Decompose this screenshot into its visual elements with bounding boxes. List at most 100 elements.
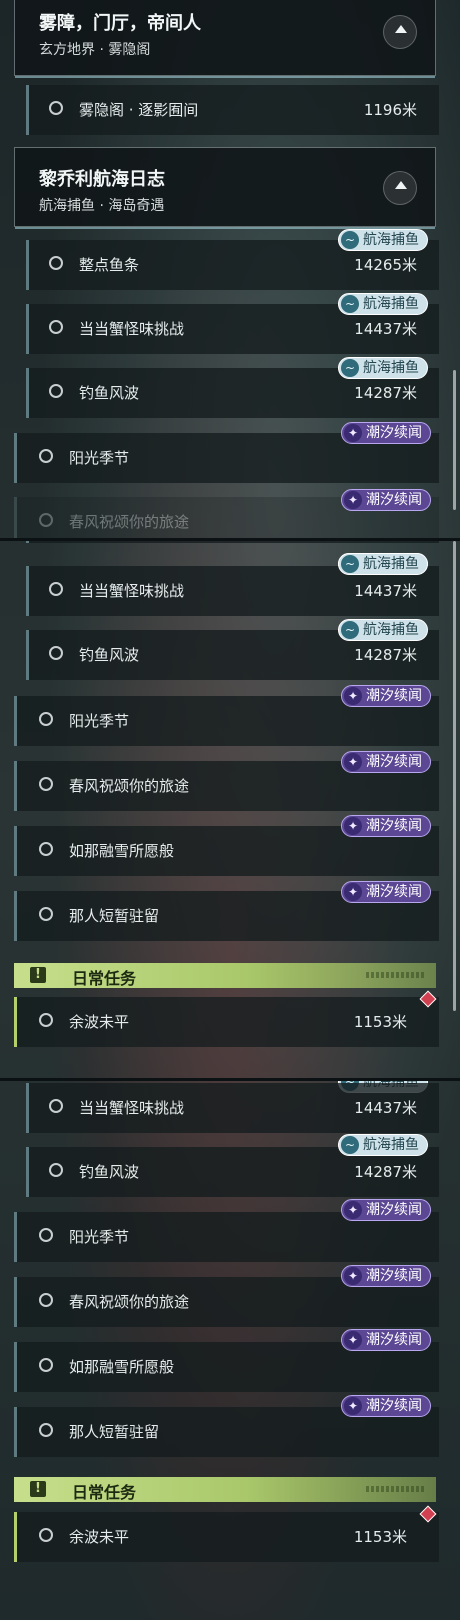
- quest-label: 钓鱼风波: [79, 1163, 140, 1181]
- quest-distance: 14265米: [354, 256, 417, 274]
- voyage-badge: ~航海捕鱼: [338, 553, 428, 575]
- feather-icon: ✦: [344, 1331, 362, 1349]
- header-decoration: [366, 1486, 424, 1492]
- quest-label: 那人短暂驻留: [69, 907, 160, 925]
- quest-label: 阳光季节: [69, 449, 130, 467]
- circle-icon: [39, 1013, 53, 1027]
- daily-quest-title: 日常任务: [72, 969, 137, 988]
- circle-icon: [39, 712, 53, 726]
- scrollbar-thumb[interactable]: [453, 370, 456, 510]
- quest-row-yubo[interactable]: 余波未平 1153米: [14, 997, 439, 1047]
- quest-group-subtitle: 航海捕鱼 · 海岛奇遇: [39, 198, 165, 214]
- collapse-arrow-icon[interactable]: [383, 171, 417, 205]
- quest-label: 春风祝颂你的旅途: [69, 777, 190, 795]
- feather-icon: ✦: [344, 1267, 362, 1285]
- daily-quest-header: ! 日常任务: [14, 1477, 436, 1502]
- circle-icon: [39, 1423, 53, 1437]
- header-decoration: [366, 972, 424, 978]
- circle-icon: [39, 907, 53, 921]
- quest-label: 余波未平: [69, 1013, 130, 1031]
- quest-group-title: 雾障，门厅，帝间人: [39, 13, 201, 34]
- tide-badge: ✦ 潮汐续闻: [341, 1265, 431, 1287]
- quest-label: 余波未平: [69, 1528, 130, 1546]
- quest-distance: 1153米: [353, 1528, 407, 1546]
- fish-wave-icon: ~: [341, 621, 359, 639]
- fish-wave-icon: ~: [341, 1136, 359, 1154]
- quest-distance: 14287米: [354, 1163, 417, 1181]
- circle-icon: [39, 449, 53, 463]
- voyage-badge: ~航海捕鱼: [338, 357, 428, 379]
- circle-icon: [39, 777, 53, 791]
- quest-label: 春风祝颂你的旅途: [69, 1293, 190, 1311]
- quest-group-header-logbook[interactable]: 黎乔利航海日志 航海捕鱼 · 海岛奇遇: [14, 147, 436, 229]
- quest-group-title: 黎乔利航海日志: [39, 169, 165, 190]
- circle-icon: [49, 1099, 63, 1113]
- feather-icon: ✦: [344, 424, 362, 442]
- feather-icon: ✦: [344, 491, 362, 509]
- exclamation-icon: !: [30, 1481, 46, 1497]
- voyage-badge: ~航海捕鱼: [338, 619, 428, 641]
- circle-icon: [39, 842, 53, 856]
- quest-label: 阳光季节: [69, 712, 130, 730]
- header-underline: [15, 76, 435, 78]
- quest-label: 那人短暂驻留: [69, 1423, 160, 1441]
- quest-label: 阳光季节: [69, 1228, 130, 1246]
- collapse-arrow-icon[interactable]: [383, 15, 417, 49]
- daily-quest-header: ! 日常任务: [14, 963, 436, 988]
- voyage-badge: ~航海捕鱼: [338, 1134, 428, 1156]
- feather-icon: ✦: [344, 883, 362, 901]
- tide-badge: ✦ 潮汐续闻: [341, 881, 431, 903]
- circle-icon: [39, 1358, 53, 1372]
- feather-icon: ✦: [344, 817, 362, 835]
- quest-distance: 14287米: [354, 384, 417, 402]
- circle-icon: [49, 1163, 63, 1177]
- daily-quest-title: 日常任务: [72, 1483, 137, 1502]
- quest-distance: 14437米: [354, 582, 417, 600]
- quest-label: 整点鱼条: [79, 256, 140, 274]
- tide-badge: ✦ 潮汐续闻: [341, 422, 431, 444]
- quest-row-partial: [26, 541, 439, 543]
- quest-row-yubo[interactable]: 余波未平 1153米: [14, 1512, 439, 1562]
- quest-label: 当当蟹怪味挑战: [79, 320, 185, 338]
- quest-distance: 1196米: [363, 101, 417, 119]
- fish-wave-icon: ~: [341, 231, 359, 249]
- exclamation-icon: !: [30, 967, 46, 983]
- screenshot-segment-3: ~航海捕鱼 当当蟹怪味挑战 14437米 钓鱼风波 14287米 ~航海捕鱼 阳…: [0, 1081, 460, 1620]
- quest-group-subtitle: 玄方地界 · 雾隐阁: [39, 42, 151, 58]
- quest-distance: 14437米: [354, 1099, 417, 1117]
- voyage-badge: ~航海捕鱼: [338, 293, 428, 315]
- quest-row-dangdang[interactable]: 当当蟹怪味挑战 14437米: [26, 1083, 439, 1133]
- quest-label: 钓鱼风波: [79, 646, 140, 664]
- tide-badge: ✦ 潮汐续闻: [341, 1199, 431, 1221]
- circle-icon: [39, 513, 53, 527]
- quest-distance: 14437米: [354, 320, 417, 338]
- quest-label: 钓鱼风波: [79, 384, 140, 402]
- quest-row-misty[interactable]: 雾隐阁 · 逐影囿间 1196米: [26, 85, 439, 135]
- quest-distance: 1153米: [353, 1013, 407, 1031]
- fish-wave-icon: ~: [341, 359, 359, 377]
- quest-label: 如那融雪所愿般: [69, 1358, 175, 1376]
- quest-label: 雾隐阁 · 逐影囿间: [79, 101, 199, 119]
- screenshot-segment-1: 雾障，门厅，帝间人 玄方地界 · 雾隐阁 雾隐阁 · 逐影囿间 1196米 黎乔…: [0, 0, 460, 538]
- tide-badge: ✦ 潮汐续闻: [341, 489, 431, 511]
- quest-group-header-misty[interactable]: 雾障，门厅，帝间人 玄方地界 · 雾隐阁: [14, 0, 436, 78]
- feather-icon: ✦: [344, 687, 362, 705]
- feather-icon: ✦: [344, 1201, 362, 1219]
- tide-badge: ✦ 潮汐续闻: [341, 1395, 431, 1417]
- voyage-badge: ~航海捕鱼: [338, 229, 428, 251]
- feather-icon: ✦: [344, 753, 362, 771]
- circle-icon: [39, 1293, 53, 1307]
- fish-wave-icon: ~: [341, 295, 359, 313]
- screenshot-segment-2: ~航海捕鱼 当当蟹怪味挑战 14437米 ~航海捕鱼 钓鱼风波 14287米 ~…: [0, 541, 460, 1078]
- circle-icon: [49, 101, 63, 115]
- quest-label: 当当蟹怪味挑战: [79, 1099, 185, 1117]
- tide-badge: ✦ 潮汐续闻: [341, 815, 431, 837]
- quest-label: 如那融雪所愿般: [69, 842, 175, 860]
- quest-distance: 14287米: [354, 646, 417, 664]
- circle-icon: [49, 384, 63, 398]
- quest-label: 春风祝颂你的旅途: [69, 513, 190, 531]
- scrollbar-thumb[interactable]: [453, 541, 456, 1011]
- circle-icon: [49, 256, 63, 270]
- circle-icon: [49, 582, 63, 596]
- tide-badge: ✦ 潮汐续闻: [341, 685, 431, 707]
